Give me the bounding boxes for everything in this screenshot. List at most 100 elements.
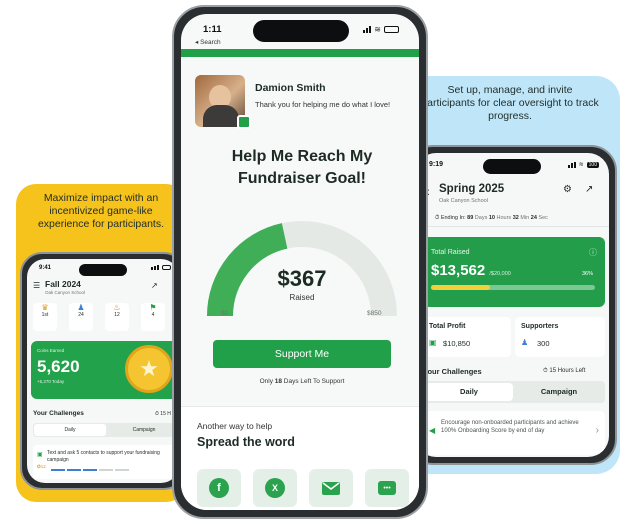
challenges-timer: ⏱ 15 H	[155, 411, 171, 417]
days-count: 18	[274, 378, 282, 385]
dynamic-island	[253, 20, 349, 42]
share-title: Spread the word	[197, 435, 295, 449]
stat-tile-people: ♟ 24	[69, 303, 93, 331]
stat-value: 1st	[41, 312, 49, 318]
profit-value: $10,850	[443, 339, 471, 348]
points-value: 12	[40, 464, 46, 469]
mail-icon	[322, 481, 340, 495]
ending-secs-unit: Sec	[538, 215, 548, 221]
challenges-title: Your Challenges	[33, 410, 84, 417]
gauge-min-label: $0	[221, 310, 229, 317]
people-icon: ♟	[521, 338, 529, 347]
ending-mins: 32	[512, 215, 519, 221]
wallet-icon: ▣	[429, 338, 437, 347]
share-icon[interactable]: ↗	[151, 281, 158, 290]
task-progress	[51, 469, 129, 471]
total-raised-row: $13,562 /$20,000	[431, 262, 511, 279]
campaign-title: Spring 2025	[439, 183, 505, 195]
support-me-button[interactable]: Support Me	[213, 340, 391, 368]
user-name: Damion Smith	[255, 82, 326, 94]
coins-label: Coins Earned	[37, 348, 65, 353]
user-message: Thank you for helping me do what I love!	[255, 100, 391, 109]
task-text: Text and ask 5 contacts to support your …	[47, 450, 160, 463]
back-to-search-link[interactable]: ◂ Search	[195, 38, 221, 46]
gauge-max-label: $850	[367, 310, 382, 317]
ending-hours: 10	[488, 215, 495, 221]
stat-value: 24	[78, 312, 84, 318]
facebook-icon: f	[209, 478, 229, 498]
message-share-button[interactable]: •••	[365, 469, 409, 507]
facebook-share-button[interactable]: f	[197, 469, 241, 507]
supporters-label: Supporters	[521, 323, 559, 330]
share-icon[interactable]: ↗	[585, 184, 593, 195]
supporters-card: Supporters ♟ 300	[515, 317, 605, 357]
raised-progress-fill	[431, 285, 491, 290]
flame-icon: ♨	[113, 303, 121, 312]
share-subtitle: Another way to help	[197, 421, 273, 431]
status-icons	[151, 265, 171, 270]
left-phone: 9:41 ☰ Fall 2024 Oak Canyon School ↗ ♛ 1…	[20, 252, 186, 490]
campaign-title: Fall 2024	[45, 279, 81, 289]
ending-countdown: ⏱ Ending In: 89 Days 10 Hours 32 Min 24 …	[415, 211, 609, 227]
dynamic-island	[79, 264, 127, 276]
verified-badge-icon	[237, 115, 251, 129]
message-icon: •••	[378, 481, 396, 495]
center-phone-screen: 1:11 ◂ Search ≋ Damion Smith Thank you f…	[181, 14, 419, 510]
share-section: Another way to help Spread the word f X …	[181, 406, 419, 510]
goal-value: /$20,000	[489, 271, 511, 277]
challenge-item[interactable]: ▣ Text and ask 5 contacts to support you…	[33, 445, 179, 479]
task-text: Encourage non-onboarded participants and…	[441, 420, 579, 434]
total-raised-label: Total Raised	[431, 249, 470, 256]
star-coin-icon: ★	[125, 345, 173, 393]
raised-progress-track	[431, 285, 595, 290]
status-time: 1:11	[203, 24, 222, 35]
tab-campaign[interactable]: Campaign	[107, 424, 179, 436]
challenge-tabs: Daily Campaign	[33, 423, 179, 437]
status-icons: ≋	[363, 25, 399, 34]
task-points: ✪12	[37, 464, 46, 469]
marketing-collage: Maximize impact with an incentivized gam…	[0, 0, 621, 523]
tab-campaign[interactable]: Campaign	[515, 383, 603, 401]
tab-daily[interactable]: Daily	[34, 424, 106, 436]
dynamic-island	[483, 159, 541, 174]
coins-value: 5,620	[37, 357, 80, 376]
total-profit-card: Total Profit ▣ $10,850	[423, 317, 511, 357]
timer-text: 15 H	[160, 411, 171, 417]
chevron-right-icon: ›	[595, 425, 599, 436]
days-prefix: Only	[259, 378, 275, 385]
stat-tile-rank: ♛ 1st	[33, 303, 57, 331]
percent-label: 36%	[581, 271, 593, 277]
settings-icon[interactable]: ⚙	[563, 184, 572, 195]
right-caption: Set up, manage, and invite participants …	[421, 84, 599, 122]
tab-daily[interactable]: Daily	[425, 383, 513, 401]
challenge-tabs: Daily Campaign	[423, 381, 605, 403]
school-name: Oak Canyon School	[439, 198, 488, 204]
headline: Help Me Reach My Fundraiser Goal!	[231, 148, 373, 187]
timer-text: 15 Hours Left	[549, 368, 586, 374]
school-name: Oak Canyon School	[45, 290, 86, 295]
total-raised-value: $13,562	[431, 262, 486, 279]
ending-hours-unit: Hours	[496, 215, 512, 221]
header-bar	[181, 49, 419, 57]
right-phone-screen: 9:19 ≋ 100 ‹ Spring 2025 Oak Canyon Scho…	[415, 153, 609, 457]
challenge-item[interactable]: ◀ Encourage non-onboarded participants a…	[423, 411, 605, 455]
ending-label: Ending In:	[440, 215, 466, 221]
supporters-value: 300	[537, 339, 550, 348]
ending-mins-unit: Min	[520, 215, 530, 221]
profit-label: Total Profit	[429, 323, 466, 330]
ending-days: 89	[467, 215, 474, 221]
coins-sub: +5,270 Today	[37, 379, 65, 384]
challenges-title: Your Challenges	[423, 367, 482, 376]
message-icon: ▣	[37, 452, 43, 458]
challenges-timer: ⏱ 15 Hours Left	[543, 368, 586, 374]
total-raised-card: Total Raised ⓘ $13,562 /$20,000 36%	[423, 237, 605, 307]
battery-level: 100	[586, 161, 599, 168]
mail-share-button[interactable]	[309, 469, 353, 507]
x-share-button[interactable]: X	[253, 469, 297, 507]
center-phone: 1:11 ◂ Search ≋ Damion Smith Thank you f…	[172, 5, 428, 519]
ending-secs: 24	[530, 215, 537, 221]
info-icon[interactable]: ⓘ	[589, 247, 597, 258]
menu-icon[interactable]: ☰	[33, 281, 40, 290]
clock-icon: ⏱	[435, 215, 440, 221]
raised-amount: $367	[277, 266, 327, 291]
